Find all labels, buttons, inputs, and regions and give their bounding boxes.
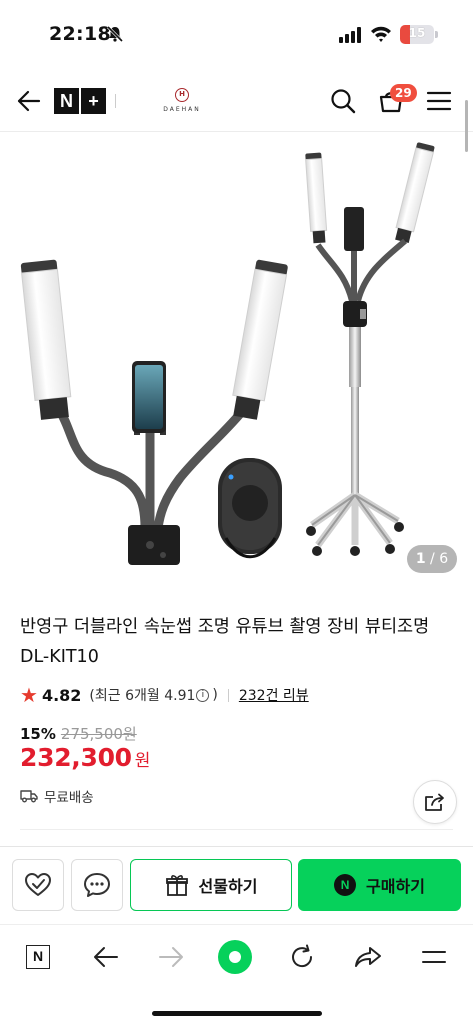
- menu-icon: [422, 951, 446, 963]
- image-page-separator: /: [425, 551, 440, 567]
- back-button[interactable]: [14, 86, 44, 116]
- reload-button[interactable]: [284, 939, 320, 975]
- info-divider: [20, 829, 453, 830]
- search-icon: [331, 89, 356, 114]
- truck-icon: [20, 790, 38, 803]
- shipping-label: 무료배송: [44, 790, 94, 806]
- wishlist-button[interactable]: [12, 859, 64, 911]
- review-count-link[interactable]: 232건 리뷰: [239, 685, 309, 705]
- header-divider: [115, 94, 116, 108]
- naver-home-button[interactable]: N: [20, 939, 56, 975]
- product-title: 반영구 더블라인 속눈썹 조명 유튜브 촬영 장비 뷰티조명 DL-KIT10: [20, 617, 430, 667]
- brand-mark: H: [175, 88, 189, 102]
- gift-icon: [165, 875, 188, 896]
- share-button[interactable]: [413, 780, 457, 824]
- share-icon: [425, 793, 444, 811]
- browser-toolbar: N: [0, 924, 473, 1024]
- sale-price-value: 232,300: [20, 743, 132, 772]
- bluetooth-remote-illustration: [218, 458, 282, 559]
- search-button[interactable]: [328, 86, 358, 116]
- rating-score: 4.82: [41, 685, 82, 705]
- recent-rating[interactable]: (최근 6개월 4.91 i ): [89, 685, 217, 705]
- product-image-gallery[interactable]: 1 / 6: [0, 133, 473, 583]
- n-plus-logo[interactable]: N +: [54, 88, 106, 114]
- battery-indicator: 15: [400, 25, 438, 44]
- shipping-info: 무료배송: [20, 786, 94, 806]
- image-page-current: 1: [415, 551, 426, 567]
- sale-price: 232,300 원: [20, 743, 150, 772]
- sale-price-unit: 원: [134, 751, 151, 771]
- reload-icon: [292, 944, 313, 968]
- home-indicator[interactable]: [152, 1011, 322, 1016]
- wifi-icon: [371, 26, 391, 42]
- naver-pay-icon: N: [334, 874, 357, 896]
- recent-rating-close: ): [212, 687, 218, 703]
- brand-name: DAEHAN: [163, 106, 201, 113]
- star-icon: ★: [20, 683, 38, 707]
- discount-percent: 15%: [20, 724, 56, 743]
- status-bar: 22:18 15: [0, 0, 473, 70]
- n-plus-right: +: [81, 88, 106, 114]
- browser-back-button[interactable]: [88, 939, 124, 975]
- menu-icon: [426, 91, 452, 111]
- rating-divider: [227, 688, 229, 702]
- info-icon[interactable]: i: [196, 688, 210, 702]
- forward-share-icon: [355, 947, 381, 967]
- green-dot-icon: [218, 940, 252, 974]
- discount-row: 15% 275,500원: [20, 723, 137, 744]
- chat-icon: [84, 873, 110, 897]
- browser-share-button[interactable]: [350, 939, 386, 975]
- arrow-left-icon: [94, 947, 118, 967]
- image-page-total: 6: [439, 551, 449, 567]
- gift-button[interactable]: 선물하기: [130, 859, 292, 911]
- n-plus-left: N: [54, 88, 79, 114]
- back-icon: [17, 90, 41, 112]
- image-page-indicator: 1 / 6: [407, 545, 457, 573]
- talk-chat-button[interactable]: [71, 859, 123, 911]
- menu-button[interactable]: [424, 86, 454, 116]
- product-image: [20, 142, 435, 565]
- recent-rating-text: (최근 6개월 4.91: [89, 688, 196, 704]
- cart-count-badge: 29: [390, 84, 417, 102]
- purchase-bar: 선물하기 N 구매하기: [0, 846, 473, 924]
- naver-n-icon: N: [26, 945, 50, 969]
- green-dot-button[interactable]: [217, 939, 253, 975]
- status-time: 22:18: [49, 23, 111, 45]
- signal-icon: [339, 27, 361, 43]
- original-price: 275,500원: [60, 725, 137, 743]
- page-scrollbar[interactable]: [465, 100, 468, 152]
- top-header: N + H DAEHAN 29: [0, 70, 473, 132]
- arrow-right-icon: [159, 947, 183, 967]
- rating-row: ★ 4.82 (최근 6개월 4.91 i ) 232건 리뷰: [20, 683, 309, 707]
- browser-menu-button[interactable]: [416, 939, 452, 975]
- silent-bell-icon: [106, 25, 124, 43]
- store-brand-logo[interactable]: H DAEHAN: [158, 88, 206, 113]
- battery-level: 15: [408, 26, 426, 40]
- browser-forward-button[interactable]: [153, 939, 189, 975]
- gift-label: 선물하기: [198, 877, 258, 896]
- floor-stand-lamp-illustration: [305, 142, 435, 556]
- buy-label: 구매하기: [366, 877, 425, 896]
- buy-button[interactable]: N 구매하기: [298, 859, 461, 911]
- heart-check-icon: [25, 873, 51, 896]
